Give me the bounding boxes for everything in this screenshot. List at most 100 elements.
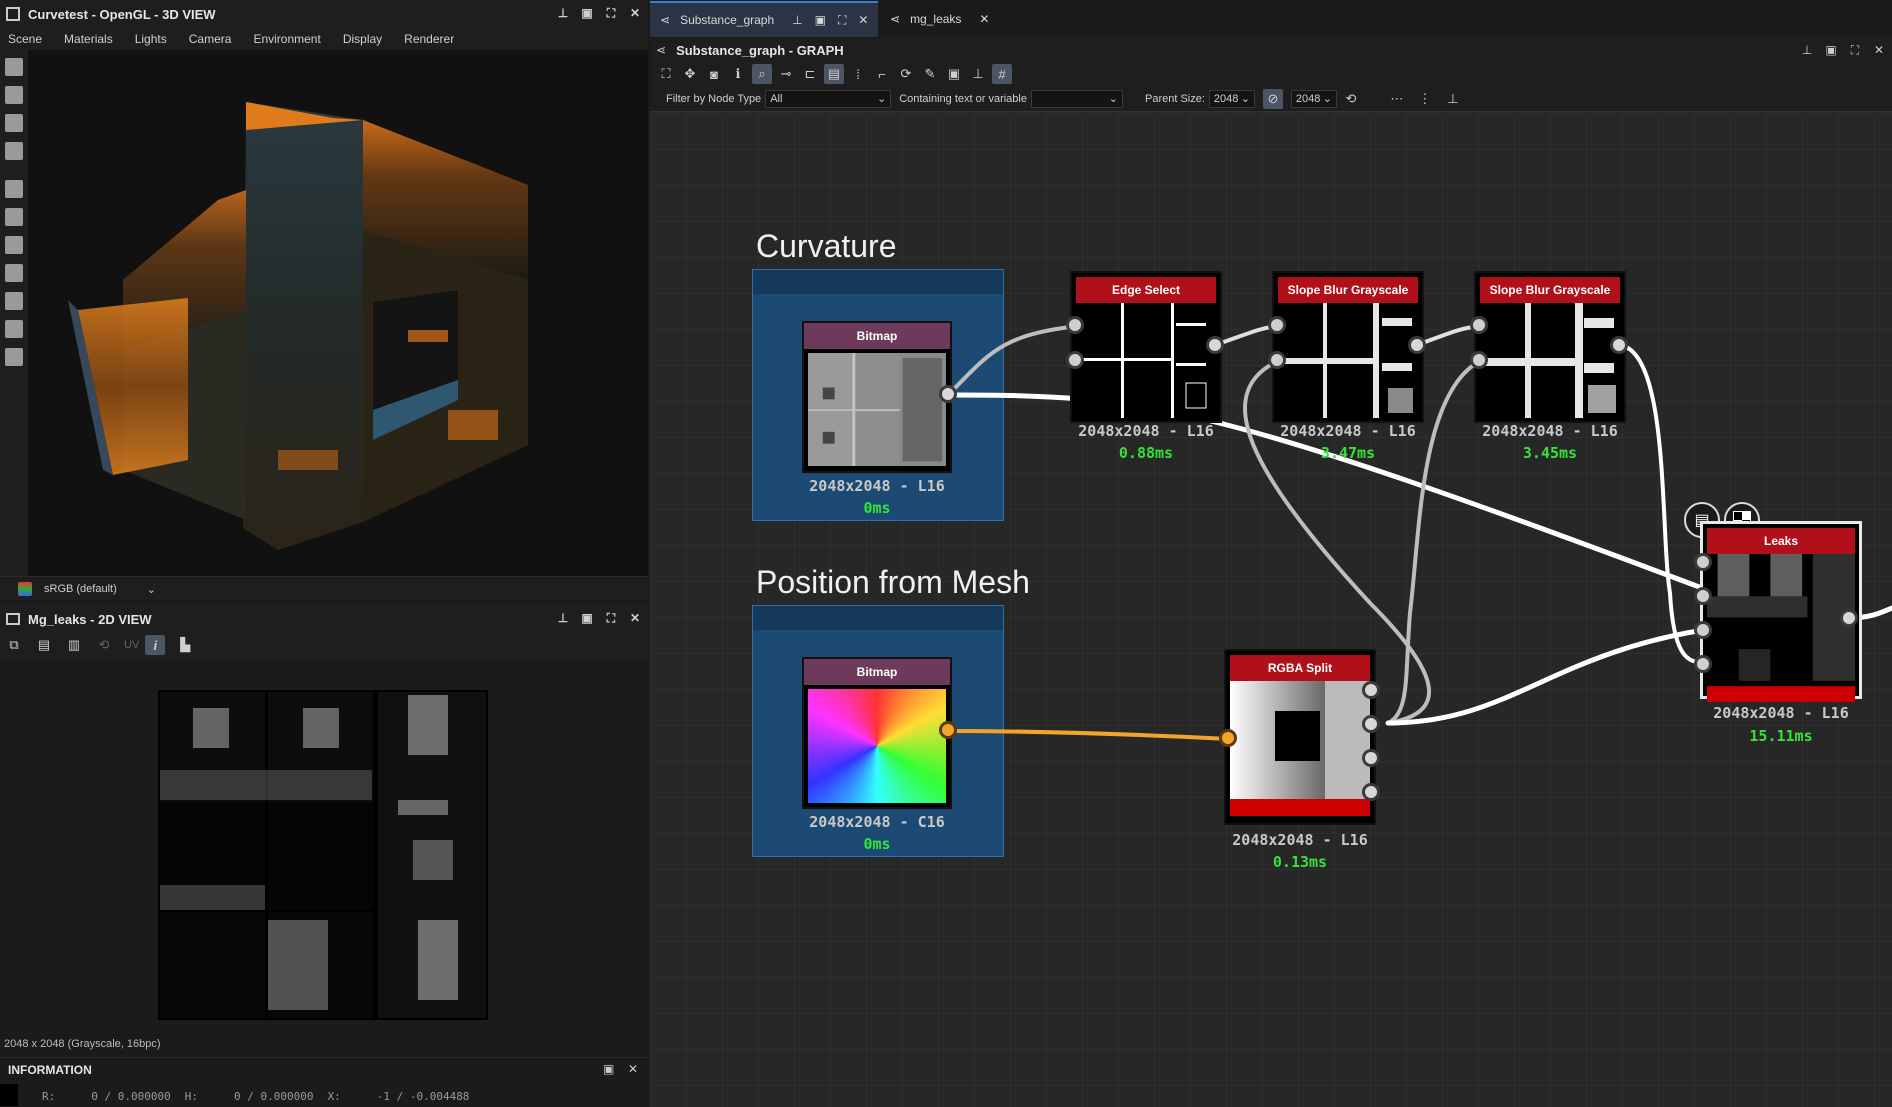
texture-preview[interactable] xyxy=(158,690,488,1020)
camera-icon[interactable] xyxy=(5,58,23,76)
parent-size-select-1[interactable]: 2048 ⌄ xyxy=(1208,89,1255,108)
node-edge-select[interactable]: Edge Select xyxy=(1070,271,1222,423)
maximize-icon[interactable]: ⛶ xyxy=(1848,43,1862,57)
grid-icon[interactable]: # xyxy=(992,64,1012,84)
link-icon[interactable]: ⊸ xyxy=(776,64,796,84)
output-port-g[interactable] xyxy=(1362,715,1380,733)
menu-materials[interactable]: Materials xyxy=(64,32,113,46)
input-port[interactable] xyxy=(1219,729,1237,747)
wrench-icon[interactable]: ✎ xyxy=(920,64,940,84)
containing-select[interactable]: ⌄ xyxy=(1030,89,1123,108)
float-icon[interactable]: ▣ xyxy=(1824,43,1838,57)
tab-substance-graph[interactable]: ⋖ Substance_graph ⊥ ▣ ⛶ ✕ xyxy=(650,1,879,37)
menu-environment[interactable]: Environment xyxy=(253,32,320,46)
pin-icon[interactable]: ⊥ xyxy=(556,611,570,625)
menu-lights[interactable]: Lights xyxy=(135,32,167,46)
output-port[interactable] xyxy=(1610,336,1628,354)
output-port[interactable] xyxy=(939,385,957,403)
parent-size-select-2[interactable]: 2048 ⌄ xyxy=(1290,89,1337,108)
snap-icon[interactable]: ⌐ xyxy=(872,64,892,84)
close-icon[interactable]: ✕ xyxy=(628,6,642,20)
search-icon[interactable]: ⌕ xyxy=(752,64,772,84)
output-port-a[interactable] xyxy=(1362,783,1380,801)
output-port-b[interactable] xyxy=(1362,749,1380,767)
output-port[interactable] xyxy=(939,721,957,739)
pin-icon[interactable]: ⊥ xyxy=(792,13,802,27)
input-port[interactable] xyxy=(1694,621,1712,639)
node-slope-blur-1[interactable]: Slope Blur Grayscale xyxy=(1272,271,1424,423)
node-bitmap-position[interactable]: Bitmap xyxy=(802,657,952,809)
histogram-icon[interactable]: ▙ xyxy=(175,635,195,655)
node-bitmap-curvature[interactable]: Bitmap xyxy=(802,321,952,473)
node-slope-blur-2[interactable]: Slope Blur Grayscale xyxy=(1474,271,1626,423)
align-icon[interactable]: ⁞ xyxy=(848,64,868,84)
stamp-icon[interactable]: ⊥ xyxy=(968,64,988,84)
node-rgba-split[interactable]: RGBA Split xyxy=(1224,649,1376,825)
layout-icon[interactable]: ▤ xyxy=(824,64,844,84)
stats-icon[interactable] xyxy=(5,348,23,366)
input-port[interactable] xyxy=(1694,587,1712,605)
screenshot-icon[interactable] xyxy=(5,142,23,160)
output-port[interactable] xyxy=(1840,609,1858,627)
frame-all-icon[interactable]: ⛶ xyxy=(656,64,676,84)
colorspace-select[interactable]: sRGB (default) ⌄ xyxy=(40,580,160,598)
link-size-icon[interactable]: ⊘ xyxy=(1262,88,1283,109)
graph-canvas[interactable]: Curvature Position from Mesh Bitmap 2048… xyxy=(650,113,1892,1107)
sort-icon[interactable]: ⊥ xyxy=(1443,89,1463,109)
input-port[interactable] xyxy=(1470,316,1488,334)
grid-icon[interactable] xyxy=(5,180,23,198)
input-port[interactable] xyxy=(1066,316,1084,334)
camera-icon[interactable]: ◙ xyxy=(704,64,724,84)
tab-mg-leaks[interactable]: ⋖ mg_leaks ✕ xyxy=(880,1,999,37)
float-icon[interactable]: ▣ xyxy=(603,1062,614,1076)
menu-scene[interactable]: Scene xyxy=(8,32,42,46)
rotate-icon[interactable]: ⟳ xyxy=(896,64,916,84)
save-icon[interactable]: ▤ xyxy=(34,635,54,655)
dots-horizontal-icon[interactable]: ⋯ xyxy=(1387,89,1407,109)
filter-select[interactable]: All ⌄ xyxy=(765,89,892,108)
copy-icon[interactable]: ⧉ xyxy=(4,635,24,655)
input-port[interactable] xyxy=(1066,351,1084,369)
input-port[interactable] xyxy=(1268,351,1286,369)
output-port-r[interactable] xyxy=(1362,681,1380,699)
pan-icon[interactable]: ✥ xyxy=(680,64,700,84)
maximize-icon[interactable]: ⛶ xyxy=(838,13,846,28)
pin-icon[interactable]: ⊥ xyxy=(1800,43,1814,57)
menu-display[interactable]: Display xyxy=(343,32,382,46)
close-icon[interactable]: ✕ xyxy=(979,12,989,26)
input-port[interactable] xyxy=(1694,553,1712,571)
close-icon[interactable]: ✕ xyxy=(1872,43,1886,57)
connect-icon[interactable]: ⊏ xyxy=(800,64,820,84)
axis-icon[interactable] xyxy=(5,208,23,226)
menu-renderer[interactable]: Renderer xyxy=(404,32,454,46)
reset-icon[interactable]: ⟲ xyxy=(1341,89,1361,109)
info-icon[interactable]: ℹ xyxy=(728,64,748,84)
mesh-icon[interactable] xyxy=(5,236,23,254)
node-leaks[interactable]: Leaks xyxy=(1700,521,1862,702)
output-port[interactable] xyxy=(1408,336,1426,354)
layers-icon[interactable] xyxy=(5,292,23,310)
environment-icon[interactable] xyxy=(5,114,23,132)
float-icon[interactable]: ▣ xyxy=(580,611,594,625)
input-port[interactable] xyxy=(1470,351,1488,369)
menu-camera[interactable]: Camera xyxy=(189,32,232,46)
dots-vertical-icon[interactable]: ⋮ xyxy=(1415,89,1435,109)
maximize-icon[interactable]: ⛶ xyxy=(604,6,618,20)
pin-icon[interactable]: ⊥ xyxy=(556,6,570,20)
float-icon[interactable]: ▣ xyxy=(815,13,826,27)
close-icon[interactable]: ✕ xyxy=(628,611,642,625)
tangent-icon[interactable] xyxy=(5,320,23,338)
info-icon[interactable]: i xyxy=(145,635,166,655)
light-icon[interactable] xyxy=(5,86,23,104)
uv-label[interactable]: UV xyxy=(124,639,139,651)
frame-icon[interactable]: ▣ xyxy=(944,64,964,84)
refresh-icon[interactable]: ⟲ xyxy=(94,635,114,655)
float-icon[interactable]: ▣ xyxy=(580,6,594,20)
maximize-icon[interactable]: ⛶ xyxy=(604,611,618,625)
viewport-3d[interactable] xyxy=(28,50,648,576)
input-port[interactable] xyxy=(1694,655,1712,673)
clipboard-icon[interactable]: ▥ xyxy=(64,635,84,655)
close-icon[interactable]: ✕ xyxy=(628,1062,638,1076)
output-port[interactable] xyxy=(1206,336,1224,354)
close-icon[interactable]: ✕ xyxy=(858,13,868,27)
